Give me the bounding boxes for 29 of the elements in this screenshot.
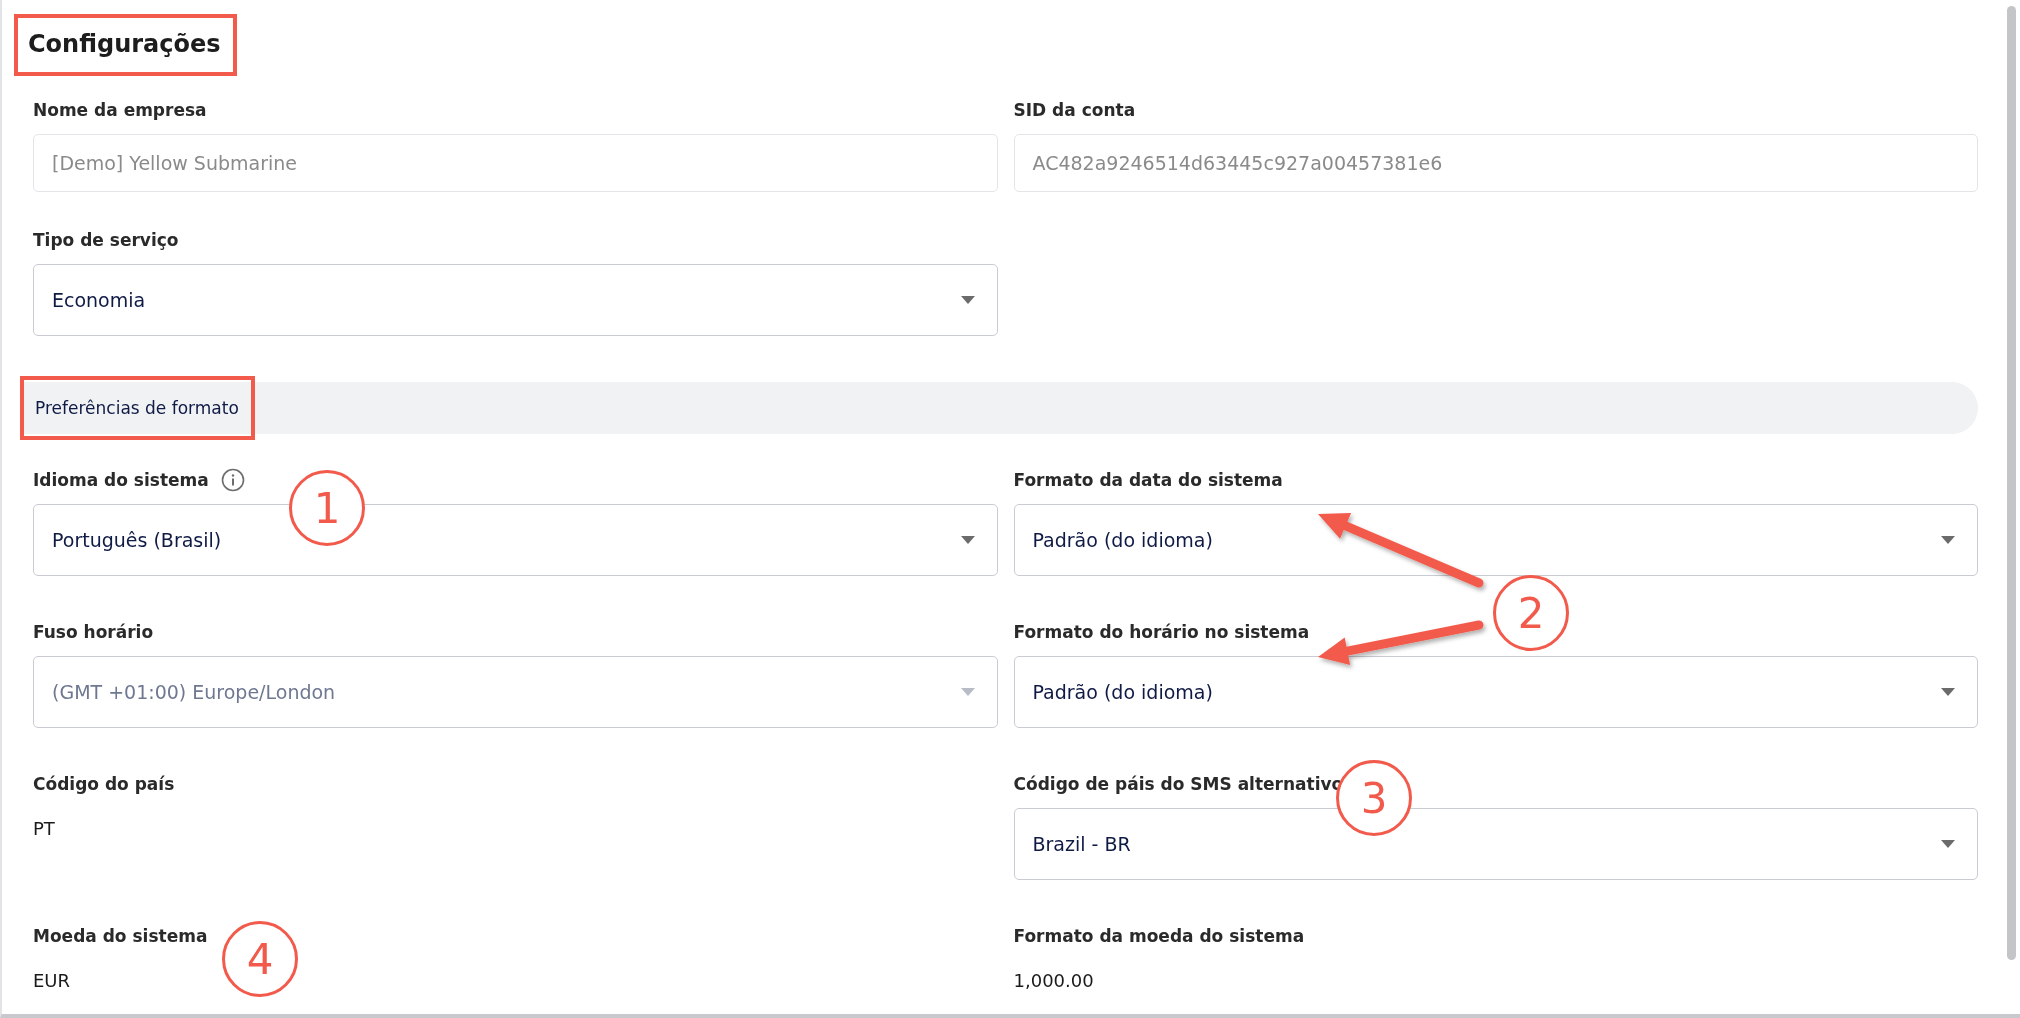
callout-number: 4 xyxy=(222,921,298,997)
field-value: PT xyxy=(33,817,55,839)
field-label: Nome da empresa xyxy=(33,100,207,120)
scrollbar[interactable] xyxy=(2007,6,2016,960)
field-label: Tipo de serviço xyxy=(33,230,179,250)
field-label: Fuso horário xyxy=(33,622,154,642)
caret-icon xyxy=(1941,688,1955,696)
caret-icon xyxy=(960,688,975,696)
select-field[interactable]: Economia xyxy=(33,264,998,336)
field-label: Código do país xyxy=(33,774,175,794)
caret-icon xyxy=(960,536,975,544)
caret-icon xyxy=(960,296,975,304)
field-label: Moeda do sistema xyxy=(33,926,208,946)
select-field[interactable]: Padrão (do idioma) xyxy=(1013,656,1978,728)
field-label: Formato da moeda do sistema xyxy=(1013,926,1305,946)
callout-number: 1 xyxy=(289,470,365,546)
select-field[interactable]: Padrão (do idioma) xyxy=(1013,504,1978,576)
field-label: Idioma do sistema xyxy=(33,470,209,490)
section-title: Preferências de formato xyxy=(20,376,255,440)
field-value: 1,000.00 xyxy=(1013,969,1094,991)
field-label: Formato do horário no sistema xyxy=(1013,622,1310,642)
field-label: Formato da data do sistema xyxy=(1013,470,1283,490)
info-icon[interactable] xyxy=(220,468,245,492)
field-value: EUR xyxy=(33,969,71,991)
page-title: Configurações xyxy=(14,14,237,76)
field-label: SID da conta xyxy=(1013,100,1136,120)
caret-icon xyxy=(1941,536,1955,544)
caret-icon xyxy=(1941,840,1955,848)
callout-number: 2 xyxy=(1493,575,1569,651)
